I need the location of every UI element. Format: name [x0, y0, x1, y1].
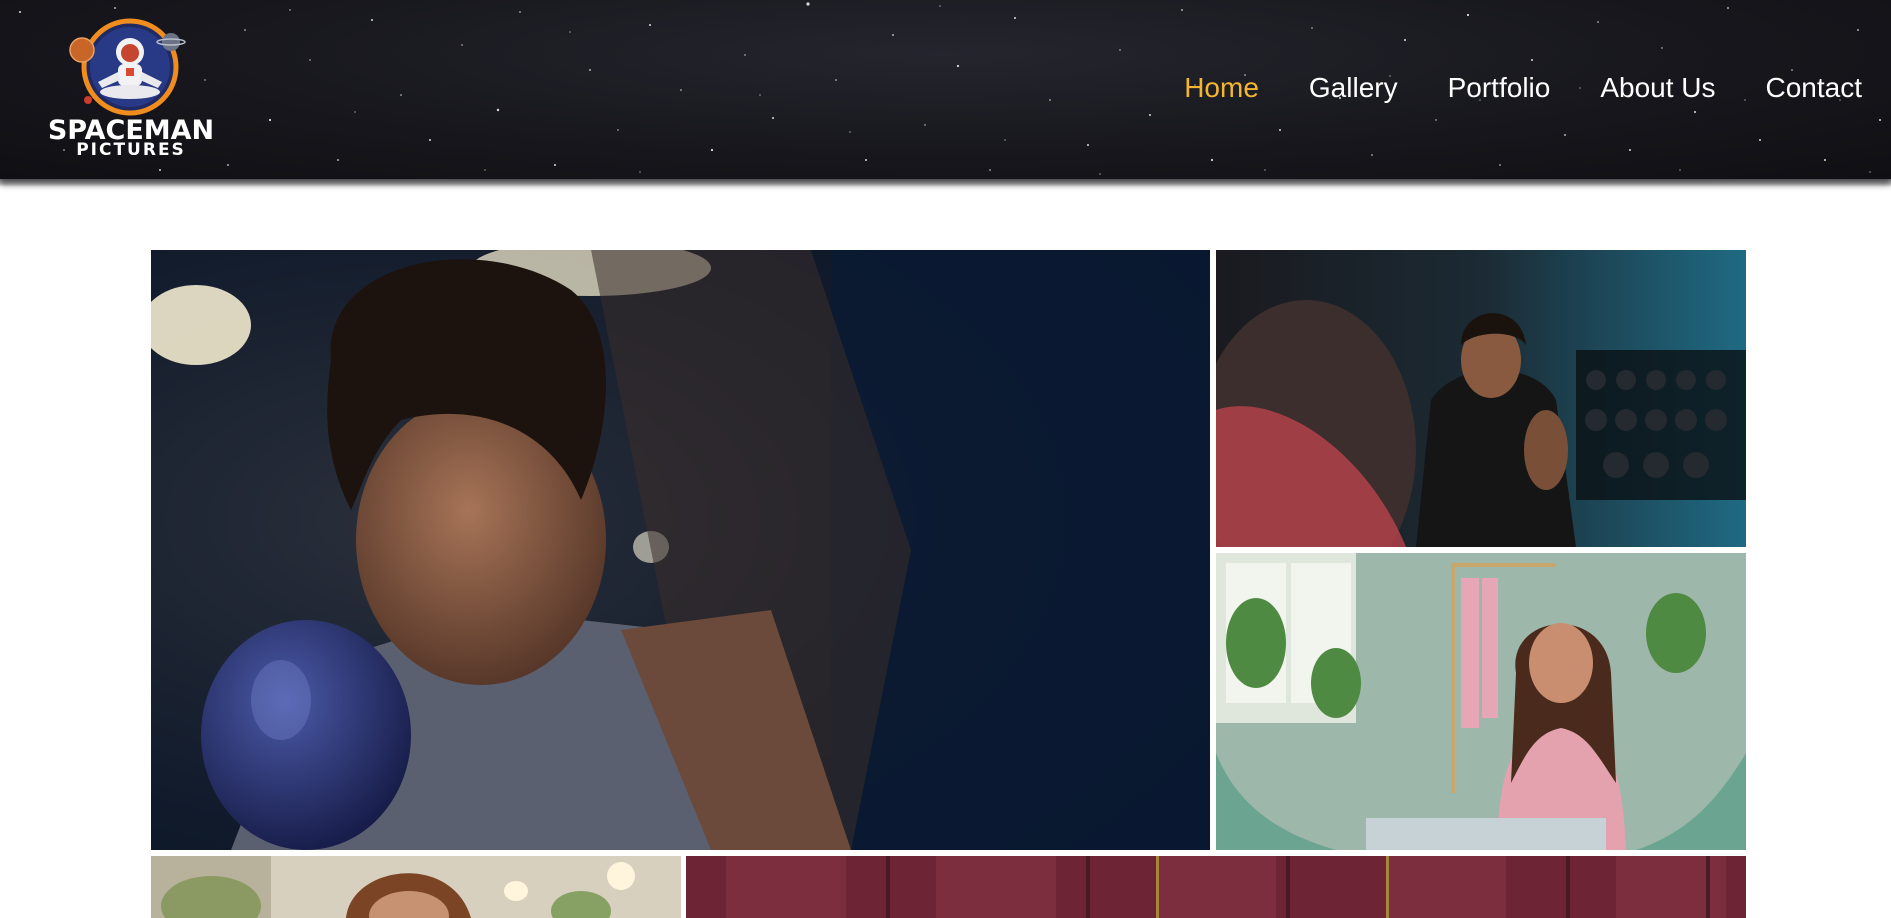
boxer-with-blue-glove-photo [151, 250, 1210, 850]
nav-item-gallery[interactable]: Gallery [1309, 72, 1398, 104]
nav-item-about-us[interactable]: About Us [1600, 72, 1715, 104]
gallery-tile-boxer[interactable] [151, 250, 1210, 850]
nav-item-home[interactable]: Home [1184, 72, 1259, 104]
header-shadow [0, 179, 1891, 187]
astronaut-logo-icon [69, 18, 186, 116]
site-logo[interactable]: SPACEMAN PICTURES [40, 16, 222, 162]
woman-in-pink-dress-photo [1216, 553, 1746, 850]
brand-tagline: PICTURES [76, 140, 186, 160]
nav-item-portfolio[interactable]: Portfolio [1448, 72, 1551, 104]
gallery-tile-gym[interactable] [1216, 250, 1746, 547]
gallery-tile-interior[interactable] [686, 856, 1746, 918]
gallery-tile-salon[interactable] [1216, 553, 1746, 850]
main-nav: Home Gallery Portfolio About Us Contact [1184, 68, 1891, 108]
maroon-interior-photo [686, 856, 1746, 918]
site-header: SPACEMAN PICTURES Home Gallery Portfolio… [0, 0, 1891, 179]
gallery-tile-portrait[interactable] [151, 856, 681, 918]
woman-portrait-photo [151, 856, 681, 918]
man-in-gym-photo [1216, 250, 1746, 547]
nav-item-contact[interactable]: Contact [1766, 72, 1863, 104]
